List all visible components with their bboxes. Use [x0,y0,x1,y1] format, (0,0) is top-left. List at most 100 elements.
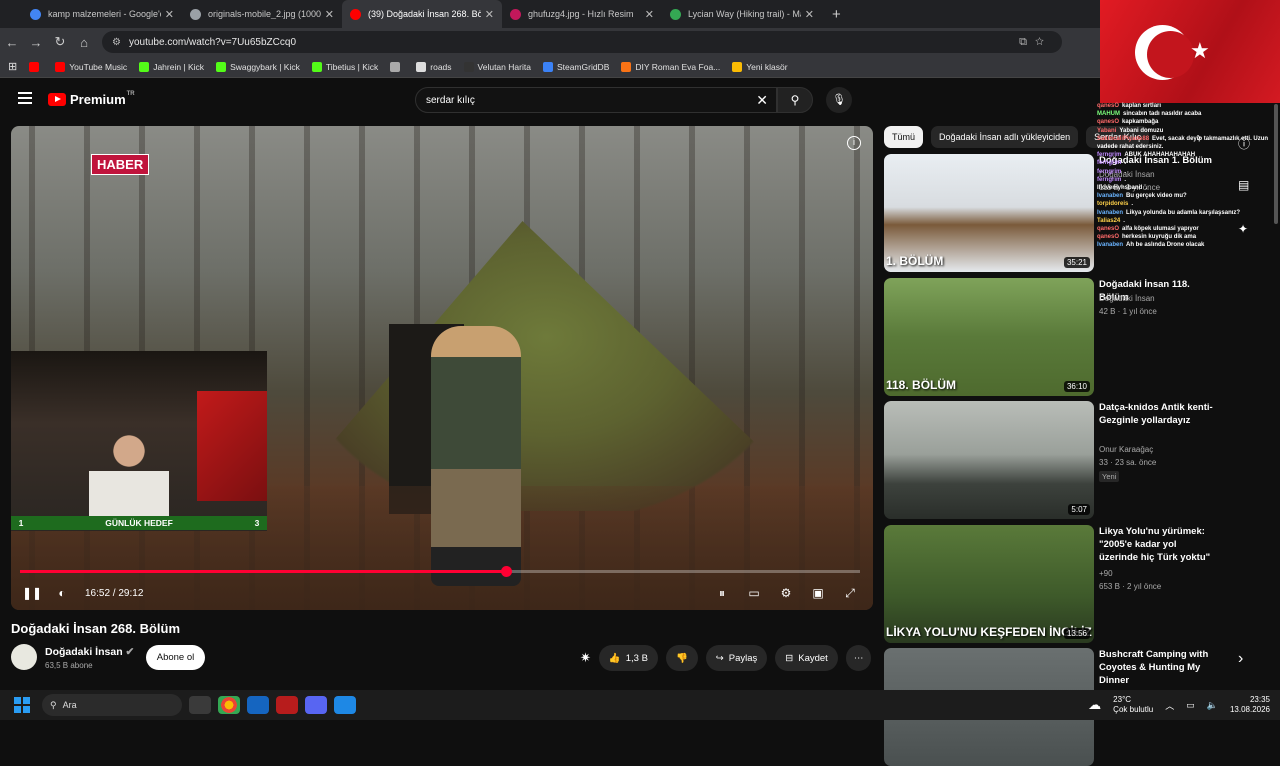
volume-tray-icon[interactable]: 🔈 [1207,700,1218,711]
bookmarks-bar: ⊞ YouTube Music Jahrein | Kick Swaggybark … [0,56,1100,78]
home-icon[interactable]: ⌂ [72,35,96,50]
suggested-video-title[interactable]: Bushcraft Camping with Coyotes & Hunting… [1099,648,1214,687]
video-thumbnail[interactable]: 118. BÖLÜM 36:10 [884,278,1094,396]
video-thumbnail[interactable]: LİKYA YOLU'NU KEŞFEDEN İNGİLİZ 13:56 [884,525,1094,643]
discord-icon[interactable] [305,696,327,714]
browser-tab[interactable]: ghufuzg4.jpg - Hızlı Resim ✕ [502,0,662,28]
apps-icon[interactable]: ⊞ [8,60,17,73]
app-icon-1[interactable] [247,696,269,714]
chat-username: torpidoreis [1097,201,1129,208]
bookmark-item[interactable]: Velutan Harita [463,61,531,72]
tab-close-icon[interactable]: ✕ [645,8,654,21]
browser-tab[interactable]: (39) Doğadaki İnsan 268. Bö ✕ [342,0,502,28]
tray-arrow-icon[interactable]: ︿ [1165,699,1174,712]
new-tab-icon[interactable]: + [832,6,841,23]
channel-name[interactable]: Doğadaki İnsan ✔ [45,646,134,658]
subscribe-button[interactable]: Abone ol [146,645,205,670]
weather-widget[interactable]: 23°C Çok bulutlu [1113,695,1153,715]
like-button[interactable]: 👍 1,3 B [598,645,658,671]
app-icon-2[interactable] [276,696,298,714]
side-sparkle-icon[interactable]: ✦ [1238,222,1248,236]
side-next-icon[interactable]: › [1238,650,1243,668]
suggested-video[interactable]: 118. BÖLÜM 36:10 Doğadaki İnsan 118. Bölüm… [884,278,1190,396]
windows-start-icon[interactable] [14,697,30,713]
chrome-icon[interactable] [218,696,240,714]
suggested-video[interactable]: LİKYA YOLU'NU KEŞFEDEN İNGİLİZ 13:56 Likya… [884,525,1210,643]
bookmark-item[interactable]: SteamGridDB [542,61,609,72]
reload-icon[interactable]: ↻ [48,34,72,50]
info-icon[interactable]: i [847,136,861,150]
bookmark-item[interactable]: Tibetius | Kick [311,61,378,72]
bookmark-item[interactable]: Jahrein | Kick [139,61,204,72]
suggested-channel[interactable]: Doğadaki İnsan [1099,294,1155,303]
pause-icon[interactable]: ❚❚ [17,586,47,600]
browser-tab[interactable]: originals-mobile_2.jpg (1000×1 ✕ [182,0,342,28]
suggested-video[interactable]: 5:07 Datça-knidos Antik kenti-Gezginle yo… [884,401,1213,519]
taskbar-search[interactable]: ⚲ Ara [42,694,182,716]
back-icon[interactable]: ← [0,35,24,50]
video-thumbnail[interactable]: 1. BÖLÜM 35:21 [884,154,1094,272]
tab-close-icon[interactable]: ✕ [165,8,174,21]
bookmark-icon [732,61,743,72]
fullscreen-icon[interactable]: ⤢ [835,586,865,601]
bookmark-item[interactable]: roads [416,61,452,72]
channel-avatar[interactable] [11,644,37,670]
side-comment-icon[interactable]: ▤ [1238,178,1249,192]
subtitles-icon[interactable]: ▭ [739,586,769,601]
task-view-icon[interactable] [189,696,211,714]
share-button[interactable]: ↪ Paylaş [705,645,768,671]
bookmark-star-icon[interactable]: ⧉☆ [1019,36,1052,49]
autoplay-icon[interactable]: ⏸ [707,586,737,601]
tab-close-icon[interactable]: ✕ [805,8,814,21]
video-thumbnail[interactable]: 5:07 [884,401,1094,519]
bookmark-item[interactable]: Yeni klasör [732,61,788,72]
url-field[interactable]: ⚙ youtube.com/watch?v=7Uu65bZCcq0 ⧉☆ [102,31,1062,53]
filter-chip[interactable]: Doğadaki İnsan adlı yükleyiciden [931,126,1079,148]
bookmark-label: Swaggybark | Kick [230,61,300,72]
browser-tab[interactable]: kamp malzemeleri - Google'da ✕ [22,0,182,28]
system-tray: ☁ 23°C Çok bulutlu ︿ ▭ 🔈 23:35 13.08.202… [1088,695,1270,715]
network-icon[interactable]: ▭ [1186,700,1195,711]
forward-icon[interactable]: → [24,35,48,50]
subscriber-count: 63,5 B abone [45,661,93,670]
suggested-channel[interactable]: +90 [1099,569,1113,578]
bookmark-item[interactable]: DIY Roman Eva Foa... [621,61,720,72]
chat-username: Ivanaben [1097,242,1124,249]
site-info-icon[interactable]: ⚙ [112,37,121,48]
menu-icon[interactable] [18,92,32,104]
more-actions-button[interactable]: ⋯ [845,645,872,671]
photos-icon[interactable] [334,696,356,714]
tab-close-icon[interactable]: ✕ [325,8,334,21]
clock[interactable]: 23:35 13.08.2026 [1230,695,1270,715]
progress-handle[interactable] [500,566,512,577]
suggested-video-title[interactable]: Likya Yolu'nu yürümek: "2005'e kadar yol… [1099,525,1214,564]
chat-text: . [1145,185,1148,192]
settings-icon[interactable]: ⚙ [771,586,801,601]
video-player[interactable]: HABER i 1 GÜNLÜK HEDEF 3 [11,126,873,610]
side-info-icon[interactable]: ⓘ [1238,135,1250,152]
search-button[interactable]: ⚲ [777,87,813,113]
dislike-button[interactable]: 👎 [665,645,698,671]
bookmark-item[interactable]: YouTube Music [55,61,127,72]
suggested-channel[interactable]: Onur Karaağaç [1099,445,1153,454]
bookmark-item[interactable]: Swaggybark | Kick [216,61,300,72]
clear-search-icon[interactable]: ✕ [756,92,768,109]
suggested-video-title[interactable]: Datça-knidos Antik kenti-Gezginle yollar… [1099,401,1214,427]
page-scrollbar[interactable] [1274,104,1278,224]
theater-mode-icon[interactable]: ▣ [803,586,833,601]
search-input[interactable]: serdar kılıç ✕ [415,87,777,113]
tab-close-icon[interactable]: ✕ [485,8,494,21]
volume-icon[interactable]: ◐ [47,586,77,600]
browser-tab[interactable]: Lycian Way (Hiking trail) - Map ✕ [662,0,822,28]
voice-search-icon[interactable]: 🎙 [826,87,852,113]
bookmark-icon: ⊟ [785,652,794,664]
chat-message: Yabani Yabani domuzu [1097,127,1275,135]
youtube-logo[interactable]: Premium TR [48,91,135,107]
filter-chip[interactable]: Tümü [884,126,924,148]
bookmark-item[interactable] [29,61,43,72]
bookmark-item[interactable] [390,61,404,72]
search-icon: ⚲ [790,93,800,107]
save-button[interactable]: ⊟ Kaydet [775,645,838,671]
video-progress-bar[interactable] [20,566,860,577]
sparkle-icon[interactable]: ✷ [580,650,591,666]
